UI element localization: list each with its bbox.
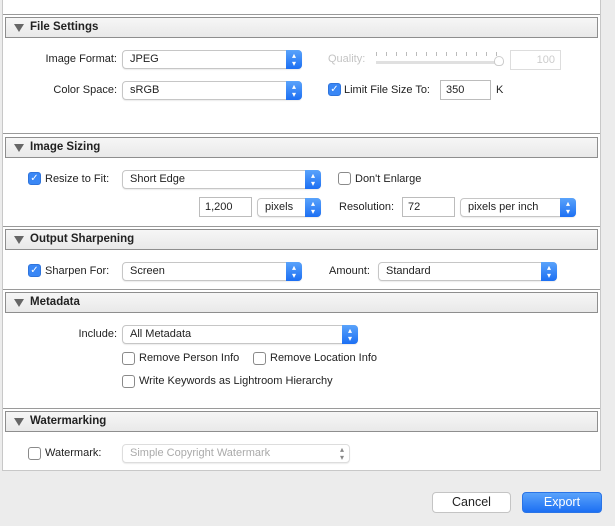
quality-input[interactable]: 100 — [510, 50, 561, 70]
divider — [3, 14, 600, 15]
section-title: Metadata — [30, 296, 80, 308]
quality-slider[interactable] — [376, 52, 504, 66]
disclosure-triangle-icon[interactable] — [14, 236, 24, 244]
amount-select[interactable]: Standard ▴ ▾ — [378, 262, 557, 281]
include-select[interactable]: All Metadata ▴ ▾ — [122, 325, 358, 344]
sharpen-for-label: Sharpen For: — [45, 265, 110, 277]
dont-enlarge-checkbox[interactable] — [338, 172, 351, 185]
section-title: Output Sharpening — [30, 233, 135, 245]
disclosure-triangle-icon[interactable] — [14, 144, 24, 152]
slider-thumb[interactable] — [494, 56, 504, 66]
limit-file-size-label: Limit File Size To: — [344, 84, 430, 96]
size-unit-select[interactable]: pixels ▴ ▾ — [257, 198, 321, 217]
section-header-watermarking[interactable]: Watermarking — [5, 411, 598, 432]
divider — [3, 408, 600, 409]
chevron-updown-icon: ▴ ▾ — [342, 325, 358, 344]
write-keywords-checkbox[interactable] — [122, 375, 135, 388]
limit-file-size-checkbox[interactable]: ✓ — [328, 83, 341, 96]
color-space-select[interactable]: sRGB ▴ ▾ — [122, 81, 302, 100]
chevron-updown-icon: ▴ ▾ — [286, 50, 302, 69]
section-title: Watermarking — [30, 415, 107, 427]
chevron-updown-icon: ▴ ▾ — [339, 445, 344, 462]
disclosure-triangle-icon[interactable] — [14, 24, 24, 32]
limit-unit-label: K — [496, 84, 504, 96]
image-format-value: JPEG — [130, 53, 159, 65]
chevron-updown-icon: ▴ ▾ — [541, 262, 557, 281]
section-title: Image Sizing — [30, 141, 101, 153]
resolution-unit-value: pixels per inch — [468, 201, 539, 213]
sharpen-for-select[interactable]: Screen ▴ ▾ — [122, 262, 302, 281]
remove-location-info-checkbox[interactable] — [253, 352, 266, 365]
cancel-button[interactable]: Cancel — [432, 492, 511, 513]
remove-location-info-label: Remove Location Info — [270, 352, 378, 364]
resolution-label: Resolution: — [339, 201, 395, 213]
watermark-select[interactable]: Simple Copyright Watermark ▴ ▾ — [122, 444, 350, 463]
chevron-updown-icon: ▴ ▾ — [560, 198, 576, 217]
disclosure-triangle-icon[interactable] — [14, 299, 24, 307]
image-format-label: Image Format: — [45, 53, 117, 65]
disclosure-triangle-icon[interactable] — [14, 418, 24, 426]
watermark-value: Simple Copyright Watermark — [130, 447, 271, 459]
limit-file-size-input[interactable]: 350 — [440, 80, 491, 100]
write-keywords-label: Write Keywords as Lightroom Hierarchy — [139, 375, 333, 387]
amount-value: Standard — [386, 265, 431, 277]
section-header-file-settings[interactable]: File Settings — [5, 17, 598, 38]
include-label: Include: — [78, 328, 117, 340]
watermark-checkbox[interactable] — [28, 447, 41, 460]
watermark-label: Watermark: — [45, 447, 102, 459]
chevron-updown-icon: ▴ ▾ — [305, 170, 321, 189]
image-format-select[interactable]: JPEG ▴ ▾ — [122, 50, 302, 69]
amount-label: Amount: — [329, 265, 370, 277]
chevron-updown-icon: ▴ ▾ — [286, 81, 302, 100]
color-space-value: sRGB — [130, 84, 160, 96]
resize-to-fit-label: Resize to Fit: — [45, 173, 110, 185]
divider — [3, 133, 600, 134]
resize-to-fit-checkbox[interactable]: ✓ — [28, 172, 41, 185]
remove-person-info-checkbox[interactable] — [122, 352, 135, 365]
include-value: All Metadata — [130, 328, 192, 340]
dont-enlarge-label: Don't Enlarge — [355, 173, 422, 185]
chevron-updown-icon: ▴ ▾ — [286, 262, 302, 281]
divider — [3, 226, 600, 227]
resolution-input[interactable]: 72 — [402, 197, 455, 217]
section-title: File Settings — [30, 21, 99, 33]
export-button[interactable]: Export — [522, 492, 602, 513]
resolution-unit-select[interactable]: pixels per inch ▴ ▾ — [460, 198, 576, 217]
quality-label: Quality: — [328, 53, 366, 65]
section-header-metadata[interactable]: Metadata — [5, 292, 598, 313]
size-unit-value: pixels — [265, 201, 294, 213]
section-header-image-sizing[interactable]: Image Sizing — [5, 137, 598, 158]
resize-mode-value: Short Edge — [130, 173, 186, 185]
chevron-updown-icon: ▴ ▾ — [305, 198, 321, 217]
resize-mode-select[interactable]: Short Edge ▴ ▾ — [122, 170, 321, 189]
color-space-label: Color Space: — [53, 84, 117, 96]
divider — [3, 289, 600, 290]
size-input[interactable]: 1,200 — [199, 197, 252, 217]
sharpen-for-checkbox[interactable]: ✓ — [28, 264, 41, 277]
remove-person-info-label: Remove Person Info — [139, 352, 240, 364]
sharpen-for-value: Screen — [130, 265, 165, 277]
section-header-output-sharpening[interactable]: Output Sharpening — [5, 229, 598, 250]
